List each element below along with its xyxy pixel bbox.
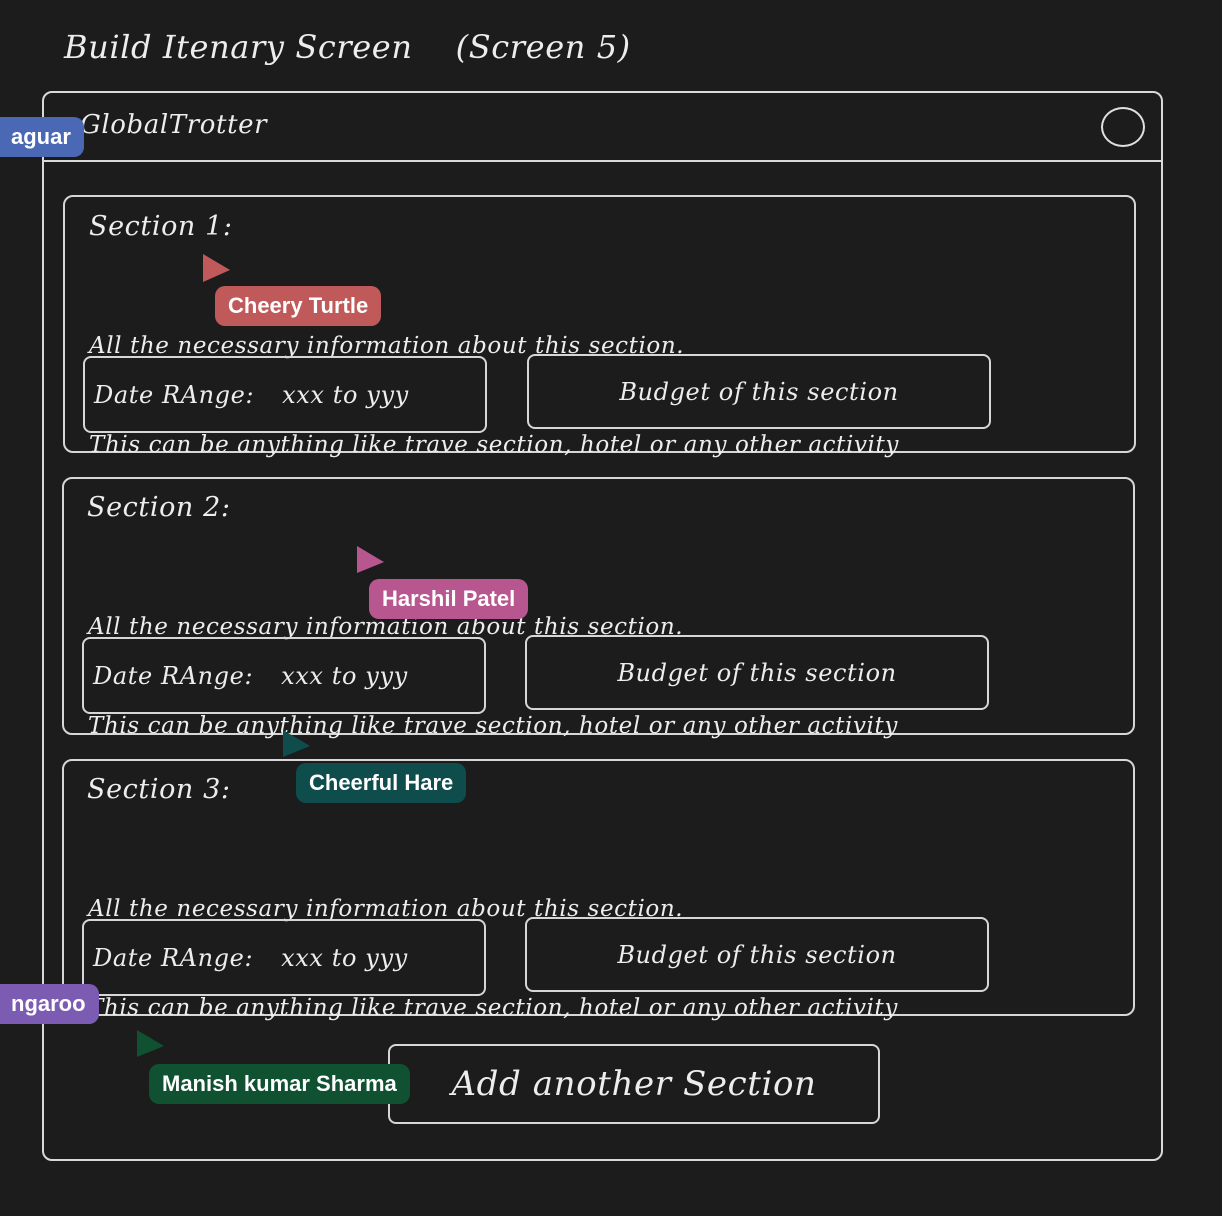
collaborator-tag: Harshil Patel bbox=[369, 579, 529, 619]
collaborator-tag: Cheerful Hare bbox=[296, 763, 467, 803]
collaborator-tag: Cheery Turtle bbox=[215, 286, 382, 326]
cursor-pointer-icon bbox=[137, 1030, 164, 1057]
cursor-pointer-icon bbox=[203, 254, 230, 282]
collaborator-tag: Manish kumar Sharma bbox=[149, 1064, 410, 1104]
cursor-pointer-icon bbox=[283, 730, 310, 757]
collaborator-cursors bbox=[137, 254, 384, 1057]
collaborator-tag: ngaroo bbox=[0, 984, 99, 1024]
collaborator-tag: aguar bbox=[0, 117, 84, 157]
cursor-pointer-icon bbox=[357, 546, 384, 573]
